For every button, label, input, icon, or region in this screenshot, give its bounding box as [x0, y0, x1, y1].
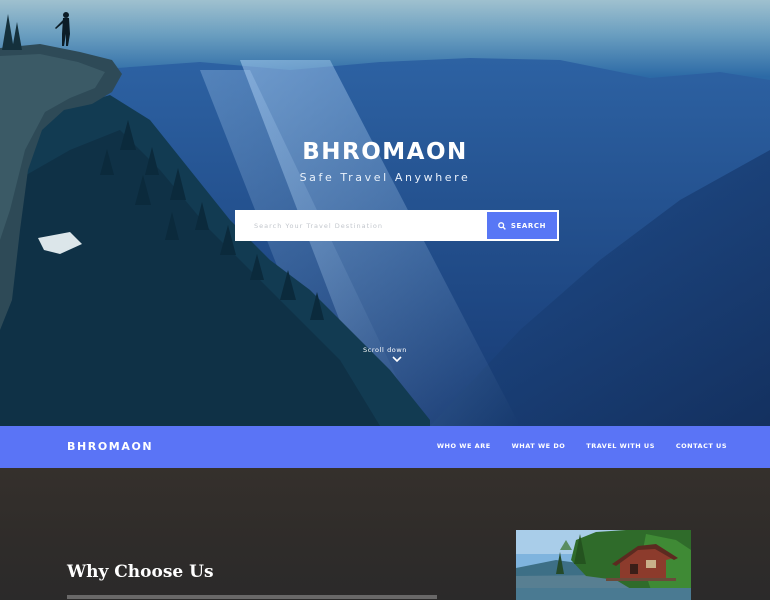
nav-link-contact-us[interactable]: CONTACT US: [676, 442, 727, 450]
why-choose-us-section: Why Choose Us: [0, 468, 770, 600]
nav-links: WHO WE ARE WHAT WE DO TRAVEL WITH US CON…: [437, 442, 727, 450]
search-button-label: SEARCH: [510, 221, 547, 230]
lake-boathouse-photo: [516, 530, 691, 600]
nav-link-travel-with-us[interactable]: TRAVEL WITH US: [586, 442, 655, 450]
nav-link-what-we-do[interactable]: WHAT WE DO: [512, 442, 566, 450]
nav-logo[interactable]: BHROMAON: [67, 440, 153, 453]
hero-tagline: Safe Travel Anywhere: [299, 171, 471, 184]
destination-search-form: SEARCH: [235, 210, 559, 241]
hero-section: BHROMAON Safe Travel Anywhere SEARCH Scr…: [0, 0, 770, 426]
search-icon: [498, 221, 506, 230]
main-navbar: BHROMAON WHO WE ARE WHAT WE DO TRAVEL WI…: [0, 426, 770, 468]
section-heading: Why Choose Us: [67, 562, 214, 582]
search-button[interactable]: SEARCH: [487, 212, 557, 239]
scroll-down-label[interactable]: Scroll down: [0, 346, 770, 354]
destination-search-input[interactable]: [237, 212, 487, 239]
nav-link-who-we-are[interactable]: WHO WE ARE: [437, 442, 491, 450]
hero-title: BHROMAON: [302, 139, 468, 165]
section-text-preview: [67, 595, 437, 599]
chevron-down-icon[interactable]: [392, 356, 402, 363]
